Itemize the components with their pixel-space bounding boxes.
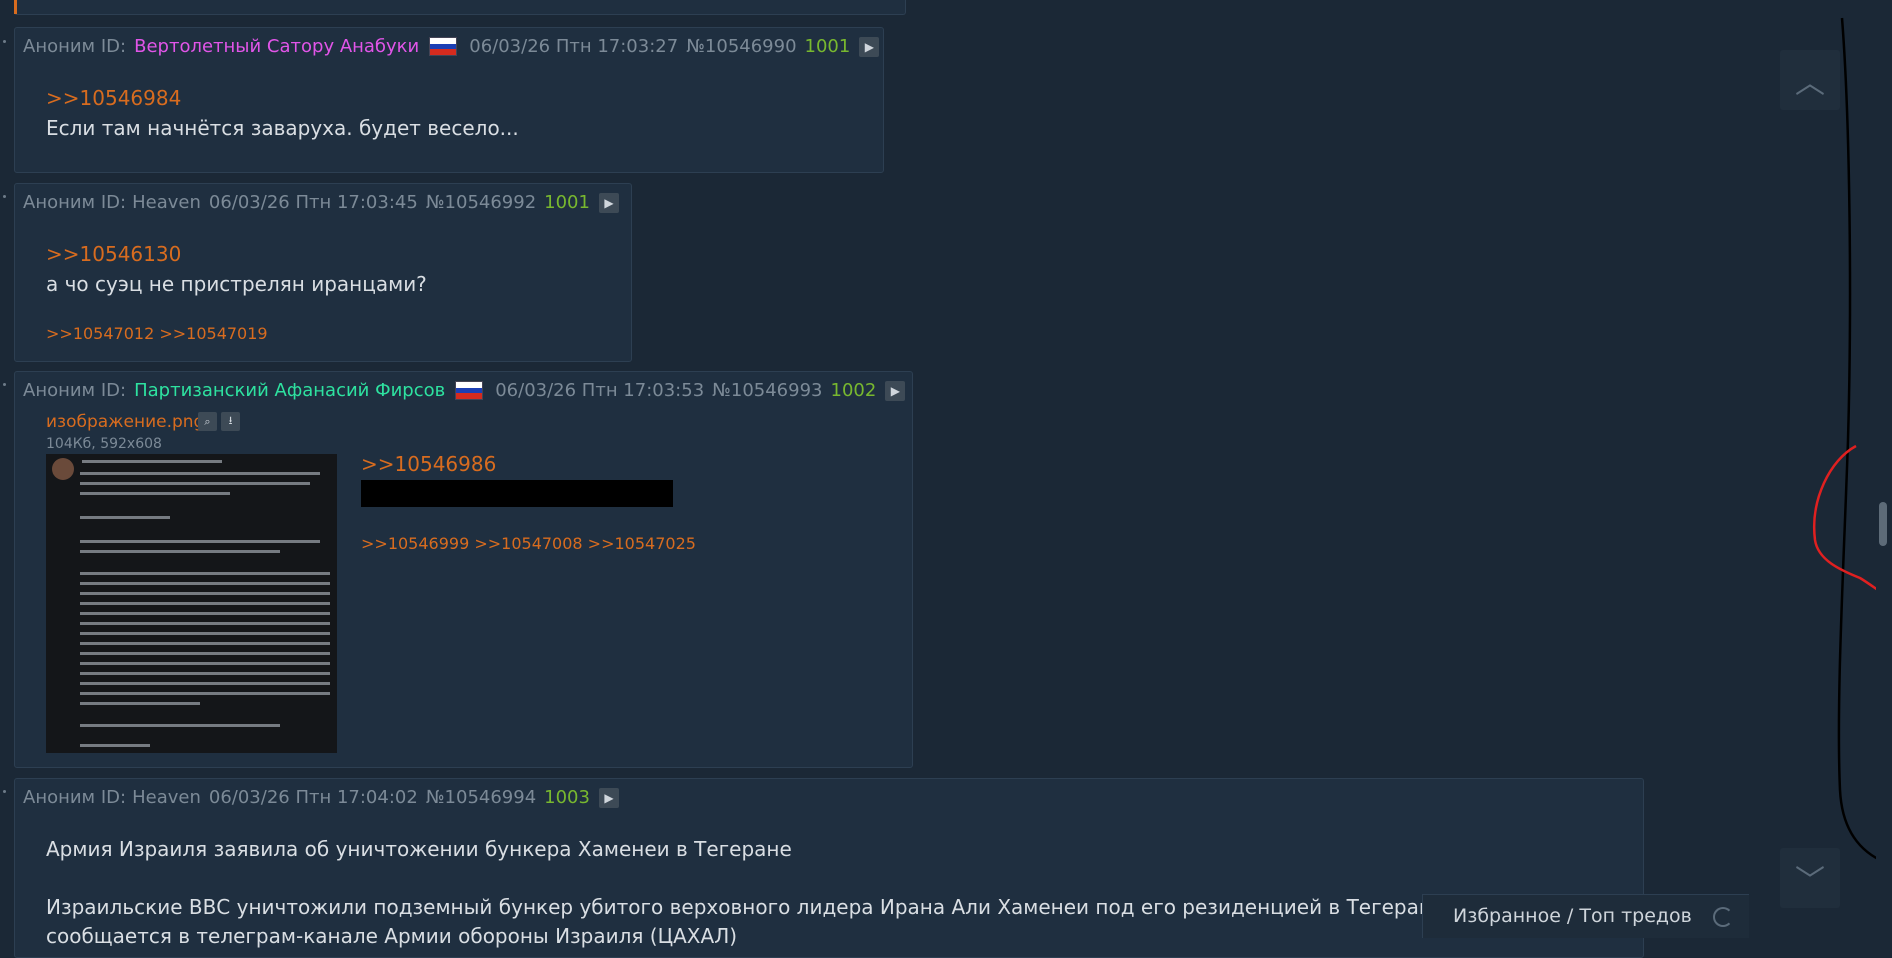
refresh-icon[interactable] <box>1713 907 1733 927</box>
favorites-label[interactable]: Избранное / Топ тредов <box>1453 905 1692 927</box>
favorites-top-threads-bar[interactable]: Избранное / Топ тредов <box>1422 894 1749 938</box>
scrollbar-track[interactable] <box>1876 0 1892 938</box>
freehand-annotation <box>1812 17 1891 862</box>
scrollbar-thumb[interactable] <box>1879 502 1887 546</box>
